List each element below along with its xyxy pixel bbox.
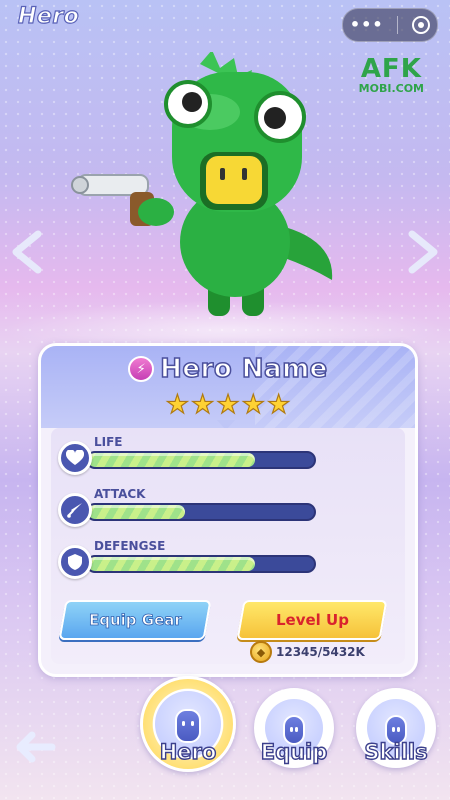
nav-hero-label[interactable]: Hero bbox=[138, 739, 238, 764]
stat-label: LIFE bbox=[94, 435, 123, 449]
back-arrow-icon[interactable] bbox=[12, 724, 58, 770]
currency-amount: 12345/5432K bbox=[276, 645, 365, 659]
stat-label: DEFENGSE bbox=[94, 539, 166, 553]
stat-bar-fill bbox=[88, 557, 256, 571]
hero-nav-icon bbox=[175, 709, 201, 743]
hero-name-row: ⚡ Hero Name bbox=[41, 353, 415, 385]
star-icon: ★ bbox=[165, 390, 190, 420]
stat-life: LIFE bbox=[58, 435, 358, 479]
previous-hero-arrow-icon[interactable] bbox=[10, 230, 44, 274]
nav-equip-label[interactable]: Equip bbox=[244, 739, 344, 764]
stat-defense: DEFENGSE bbox=[58, 539, 358, 583]
currency-display: ◆ 12345/5432K bbox=[250, 641, 365, 663]
stat-bar bbox=[86, 451, 316, 469]
running-figure-icon: ⚡ bbox=[128, 356, 155, 382]
star-icon: ★ bbox=[241, 390, 266, 420]
star-rating: ★ ★ ★ ★ ★ bbox=[41, 390, 415, 420]
stat-bar-fill bbox=[88, 453, 256, 467]
more-dots-icon[interactable]: ••• bbox=[350, 17, 384, 33]
stat-bar-fill bbox=[88, 505, 186, 519]
level-up-label: Level Up bbox=[275, 611, 349, 629]
equip-gear-label: Equip Gear bbox=[88, 611, 182, 630]
card-header: ⚡ Hero Name ★ ★ ★ ★ ★ bbox=[41, 346, 415, 428]
level-up-button[interactable]: Level Up bbox=[236, 600, 388, 640]
coin-icon: ◆ bbox=[250, 641, 272, 663]
mini-program-capsule: ••• bbox=[342, 8, 438, 42]
heart-icon bbox=[58, 441, 92, 475]
next-hero-arrow-icon[interactable] bbox=[406, 230, 440, 274]
hero-name: Hero Name bbox=[159, 353, 328, 385]
page-title: Hero bbox=[17, 3, 80, 29]
nav-skills-label[interactable]: Skills bbox=[346, 739, 446, 764]
stat-bar bbox=[86, 503, 316, 521]
stat-bar bbox=[86, 555, 316, 573]
star-icon: ★ bbox=[216, 390, 241, 420]
stat-attack: ATTACK bbox=[58, 487, 358, 531]
star-icon: ★ bbox=[190, 390, 215, 420]
equip-gear-button[interactable]: Equip Gear bbox=[58, 600, 212, 640]
sword-icon bbox=[58, 493, 92, 527]
stat-label: ATTACK bbox=[94, 487, 146, 501]
capsule-divider bbox=[397, 16, 399, 34]
hero-character-image bbox=[71, 52, 333, 316]
target-icon[interactable] bbox=[412, 16, 431, 34]
star-icon: ★ bbox=[266, 390, 291, 420]
shield-icon bbox=[58, 545, 92, 579]
